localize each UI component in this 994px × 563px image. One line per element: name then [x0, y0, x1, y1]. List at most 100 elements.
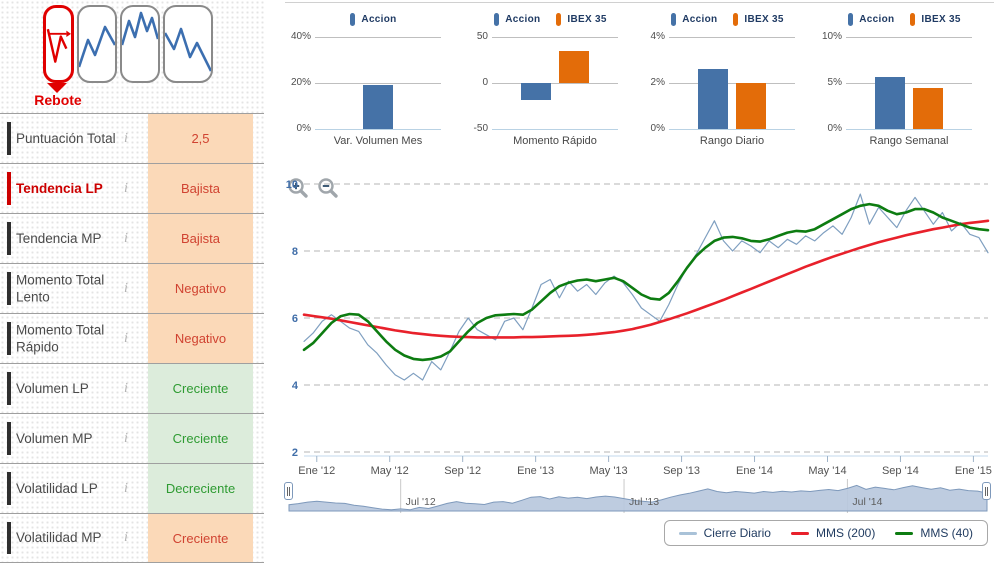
row-accent-bar — [7, 422, 11, 455]
svg-text:May '14: May '14 — [808, 465, 846, 477]
bar-accion[interactable] — [875, 77, 905, 129]
svg-text:May '12: May '12 — [371, 465, 409, 477]
svg-text:Ene '13: Ene '13 — [517, 465, 554, 477]
row-accent-bar — [7, 272, 11, 305]
legend-label: Cierre Diario — [704, 526, 771, 540]
gridline — [492, 129, 618, 130]
indicator-row: Volumen MPiCreciente — [0, 413, 264, 463]
svg-text:Sep '14: Sep '14 — [882, 465, 919, 477]
legend-item[interactable]: IBEX 35 — [556, 10, 606, 28]
indicator-label: Momento Total Rápido — [16, 321, 118, 356]
svg-text:Ene '14: Ene '14 — [736, 465, 773, 477]
row-accent-bar — [7, 172, 11, 205]
svg-text:Jul '12: Jul '12 — [406, 496, 436, 508]
legend-item-mms200[interactable]: MMS (200) — [791, 526, 875, 540]
svg-text:2: 2 — [292, 447, 298, 459]
legend-item[interactable]: Accion — [671, 10, 717, 28]
info-icon[interactable]: i — [124, 431, 128, 447]
gridline — [669, 83, 795, 84]
y-axis-tick: 0 — [462, 77, 488, 88]
pattern-box-rebote[interactable] — [43, 5, 74, 83]
pattern-box-3[interactable] — [120, 5, 160, 83]
info-icon[interactable]: i — [124, 481, 128, 497]
info-icon[interactable]: i — [124, 331, 128, 347]
mini-chart-rango-semanal: AccionIBEX 3510%5%0%Rango Semanal — [816, 10, 993, 147]
navigator-left-handle[interactable] — [284, 482, 293, 500]
y-axis-tick: 50 — [462, 31, 488, 42]
series-cierrediario[interactable] — [304, 194, 988, 380]
bar-ibex-35[interactable] — [913, 88, 943, 129]
indicator-row: Tendencia MPiBajista — [0, 213, 264, 263]
legend-item[interactable]: IBEX 35 — [733, 10, 783, 28]
info-icon[interactable]: i — [124, 131, 128, 147]
stock-analysis-dashboard: Rebote Puntuación Totali2,5Tendencia LPi… — [0, 0, 994, 563]
legend-swatch — [895, 532, 913, 535]
legend-item[interactable]: IBEX 35 — [910, 10, 960, 28]
bar-ibex-35[interactable] — [736, 83, 766, 129]
indicator-value: Bajista — [148, 164, 253, 213]
legend-marker — [910, 13, 915, 26]
y-axis-tick: -50 — [462, 123, 488, 134]
svg-text:Jul '13: Jul '13 — [629, 496, 659, 508]
series-mms200[interactable] — [304, 221, 988, 338]
row-accent-bar — [7, 122, 11, 155]
pattern-box-4[interactable] — [163, 5, 213, 83]
gridline — [315, 83, 441, 84]
info-icon[interactable]: i — [124, 530, 128, 546]
row-accent-bar — [7, 222, 11, 255]
gridline — [846, 129, 972, 130]
charts-panel: Accion40%20%0%Var. Volumen MesAccionIBEX… — [264, 0, 994, 563]
indicator-value: Creciente — [148, 414, 253, 463]
mini-chart-plot: 4%2%0% — [669, 37, 795, 129]
indicator-row: Tendencia LPiBajista — [0, 163, 264, 213]
indicator-value: Creciente — [148, 514, 253, 562]
info-icon[interactable]: i — [124, 231, 128, 247]
mini-chart-title: Rango Diario — [669, 135, 795, 147]
indicator-label: Volumen LP — [16, 380, 118, 398]
info-icon[interactable]: i — [124, 381, 128, 397]
y-axis-tick: 10% — [816, 31, 842, 42]
indicator-rows: Puntuación Totali2,5Tendencia LPiBajista… — [0, 113, 264, 563]
y-axis-tick: 40% — [285, 31, 311, 42]
legend-label: MMS (40) — [920, 526, 973, 540]
legend-marker — [848, 13, 853, 26]
mini-chart-rango-diario: Accion IBEX 35 4%2%0% Rango Diario — [639, 10, 816, 147]
gridline — [846, 37, 972, 38]
info-icon[interactable]: i — [124, 281, 128, 297]
pattern-box-2[interactable] — [77, 5, 117, 83]
indicator-value: Negativo — [148, 314, 253, 363]
indicator-value: Creciente — [148, 364, 253, 413]
range-navigator[interactable]: Jul '12Jul '13Jul '14 — [285, 479, 991, 513]
legend-item-mms40[interactable]: MMS (40) — [895, 526, 973, 540]
mini-chart-title: Momento Rápido — [492, 135, 618, 147]
svg-text:May '13: May '13 — [590, 465, 628, 477]
info-icon[interactable]: i — [124, 181, 128, 197]
bar-accion[interactable] — [698, 69, 728, 129]
main-price-chart[interactable]: 108642Ene '12May '12Sep '12Ene '13May '1… — [280, 168, 994, 480]
gridline — [315, 129, 441, 130]
legend-item[interactable]: Accion — [350, 10, 396, 28]
legend-item[interactable]: Accion — [494, 10, 540, 28]
bar-ibex-35[interactable] — [559, 51, 589, 83]
legend-marker — [733, 13, 738, 26]
legend-item[interactable]: Accion — [848, 10, 894, 28]
legend-marker — [494, 13, 499, 26]
indicator-label: Volatilidad MP — [16, 529, 118, 547]
bar-accion[interactable] — [521, 83, 551, 100]
legend-item-cierrediario[interactable]: Cierre Diario — [679, 526, 771, 540]
rebote-pattern-icon — [46, 8, 71, 80]
mini-chart-legend: Accion IBEX 35 — [462, 10, 639, 28]
y-axis-tick: 0% — [816, 123, 842, 134]
indicator-row: Puntuación Totali2,5 — [0, 113, 264, 163]
indicator-row: Volatilidad MP i Creciente — [0, 513, 264, 563]
gridline — [669, 129, 795, 130]
bar-accion[interactable] — [363, 85, 393, 129]
indicator-label: Momento Total Lento — [16, 271, 118, 306]
navigator-right-handle[interactable] — [982, 482, 991, 500]
gridline — [846, 83, 972, 84]
row-accent-bar — [7, 322, 11, 355]
indicator-value: 2,5 — [148, 114, 253, 163]
svg-text:4: 4 — [292, 380, 299, 392]
mini-chart-plot: 500-50 — [492, 37, 618, 129]
series-mms40[interactable] — [304, 204, 988, 360]
